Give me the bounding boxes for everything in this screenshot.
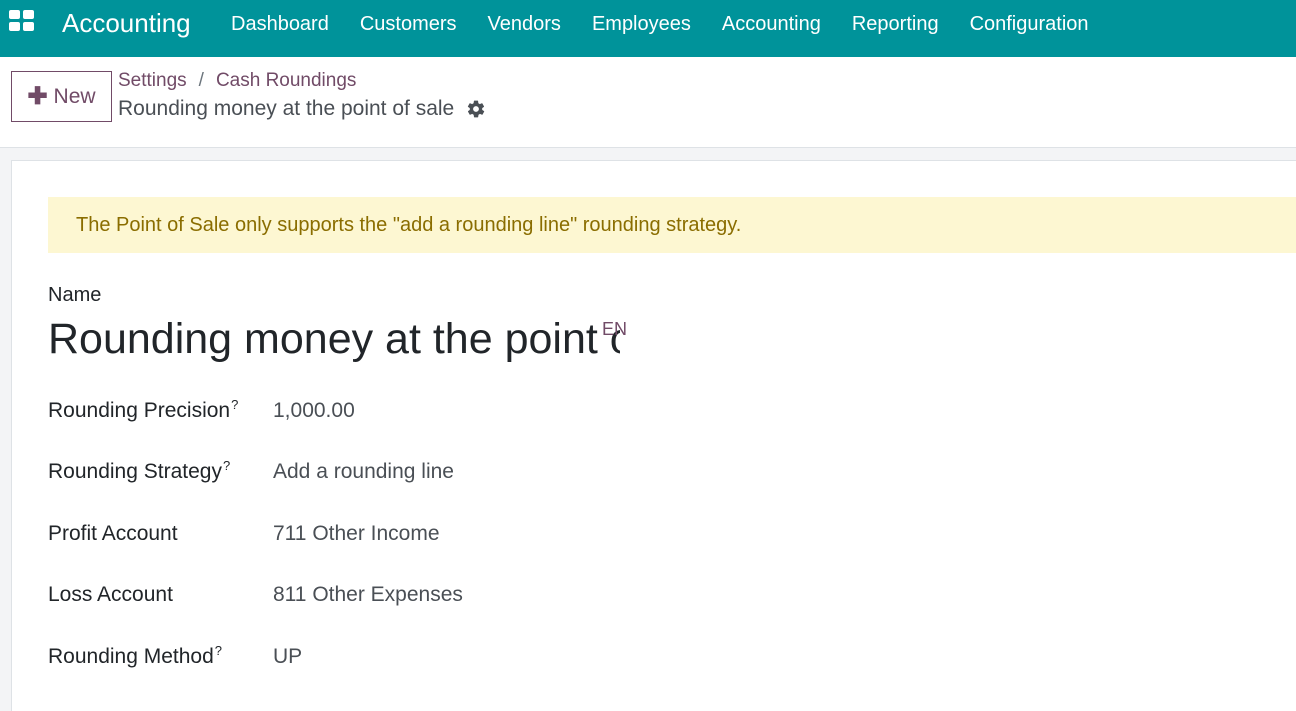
- menu-item-customers[interactable]: Customers: [360, 10, 457, 38]
- help-icon[interactable]: ?: [231, 397, 238, 412]
- rounding-method-select[interactable]: UP: [273, 642, 302, 672]
- menu-item-dashboard[interactable]: Dashboard: [231, 10, 329, 38]
- menu-item-accounting[interactable]: Accounting: [722, 10, 821, 38]
- breadcrumb: Settings / Cash Roundings: [118, 69, 356, 93]
- record-title-text: Rounding money at the point of sale: [118, 97, 455, 120]
- breadcrumb-separator: /: [198, 70, 204, 91]
- breadcrumb-cash-roundings[interactable]: Cash Roundings: [216, 70, 356, 91]
- main-menu: Dashboard Customers Vendors Employees Ac…: [231, 10, 1120, 38]
- new-button[interactable]: ✚ New: [11, 71, 112, 122]
- rounding-strategy-select[interactable]: Add a rounding line: [273, 457, 454, 487]
- gear-icon[interactable]: [466, 99, 486, 119]
- field-label: Rounding Strategy?: [48, 457, 230, 487]
- loss-account-input[interactable]: 811 Other Expenses: [273, 580, 463, 610]
- field-rounding-strategy: Rounding Strategy? Add a rounding line: [48, 457, 948, 487]
- field-label-text: Rounding Method: [48, 645, 214, 668]
- apps-menu-icon[interactable]: [9, 10, 35, 32]
- control-panel: ✚ New Settings / Cash Roundings Rounding m…: [0, 57, 1296, 148]
- name-input[interactable]: Rounding money at the point of sale: [48, 313, 620, 365]
- rounding-precision-input[interactable]: 1,000.00: [273, 396, 355, 426]
- field-loss-account: Loss Account 811 Other Expenses: [48, 580, 948, 610]
- top-navbar: Accounting Dashboard Customers Vendors E…: [0, 0, 1296, 57]
- menu-item-employees[interactable]: Employees: [592, 10, 691, 38]
- field-label: Rounding Precision?: [48, 396, 238, 426]
- field-label: Profit Account: [48, 522, 178, 545]
- profit-account-input[interactable]: 711 Other Income: [273, 519, 440, 549]
- field-label-text: Rounding Precision: [48, 399, 231, 422]
- field-label-text: Rounding Strategy: [48, 460, 222, 483]
- menu-item-vendors[interactable]: Vendors: [488, 10, 561, 38]
- language-badge[interactable]: EN: [602, 318, 627, 340]
- field-label: Loss Account: [48, 583, 173, 606]
- plus-icon: ✚: [27, 82, 48, 110]
- record-title: Rounding money at the point of sale: [118, 96, 486, 122]
- name-label: Name: [48, 284, 102, 306]
- field-label: Rounding Method?: [48, 642, 222, 672]
- breadcrumb-settings[interactable]: Settings: [118, 70, 187, 91]
- help-icon[interactable]: ?: [223, 458, 230, 473]
- pos-warning-alert: The Point of Sale only supports the "add…: [48, 197, 1296, 253]
- field-rounding-precision: Rounding Precision? 1,000.00: [48, 396, 948, 426]
- menu-item-reporting[interactable]: Reporting: [852, 10, 939, 38]
- field-profit-account: Profit Account 711 Other Income: [48, 519, 948, 549]
- menu-item-configuration[interactable]: Configuration: [970, 10, 1089, 38]
- help-icon[interactable]: ?: [215, 643, 222, 658]
- new-button-label: New: [53, 84, 96, 108]
- app-name[interactable]: Accounting: [62, 7, 191, 39]
- field-rounding-method: Rounding Method? UP: [48, 642, 948, 672]
